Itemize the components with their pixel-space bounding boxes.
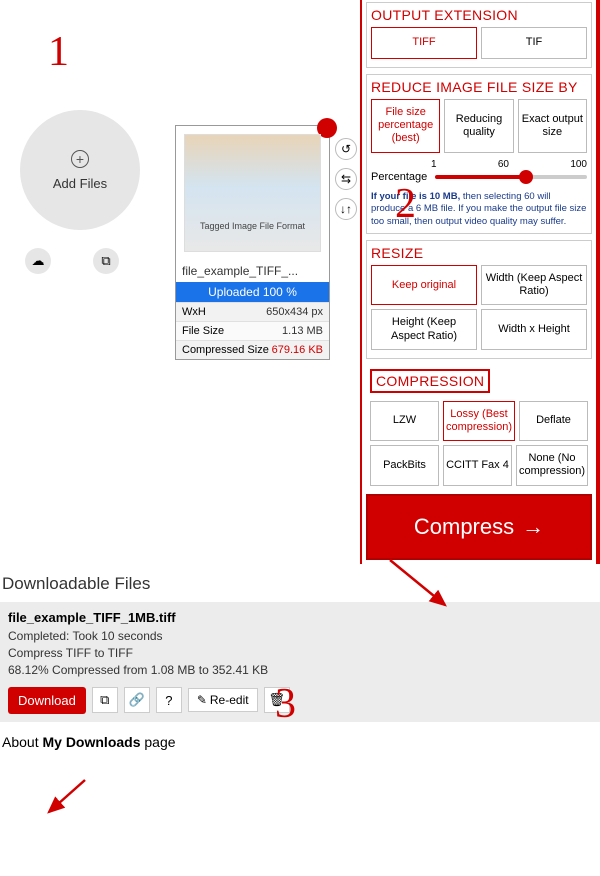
sort-button[interactable]: ↓↑	[335, 198, 357, 220]
arrow-right-icon: →	[522, 514, 544, 540]
guide-arrow-icon	[45, 780, 95, 820]
file-name: file_example_TIFF_...	[176, 260, 329, 282]
link-icon: 🔗	[129, 692, 145, 708]
rotate-button[interactable]: ↺	[335, 138, 357, 160]
cloud-upload-button[interactable]: ☁	[25, 248, 51, 274]
upload-progress: Uploaded 100 %	[176, 282, 329, 302]
compress-button[interactable]: Compress →	[366, 494, 592, 560]
stat-label: File Size	[182, 325, 224, 337]
ext-tiff-option[interactable]: TIFF	[371, 27, 477, 59]
stat-label: WxH	[182, 306, 206, 318]
file-thumbnail: Tagged Image File Format	[184, 134, 321, 252]
compression-ccitt[interactable]: CCITT Fax 4	[443, 445, 512, 485]
compression-lzw[interactable]: LZW	[370, 401, 439, 441]
thumb-format-label: Tagged Image File Format	[200, 221, 305, 251]
dropbox-save-button[interactable]: ⧉	[92, 687, 118, 713]
reduce-size-panel: REDUCE IMAGE FILE SIZE BY File size perc…	[366, 74, 592, 234]
percentage-slider[interactable]	[435, 175, 587, 179]
stat-row-dimensions: WxH 650x434 px	[176, 302, 329, 321]
stat-row-filesize: File Size 1.13 MB	[176, 321, 329, 340]
stat-value: 1.13 MB	[282, 325, 323, 337]
step-1-marker: 1	[48, 28, 69, 76]
help-button[interactable]: ?	[156, 687, 182, 713]
slider-hint: If your file is 10 MB, then selecting 60…	[371, 191, 587, 229]
about-text: About My Downloads page	[0, 722, 600, 762]
pencil-icon: ✎	[197, 693, 207, 707]
output-extension-panel: OUTPUT EXTENSION TIFF TIF	[366, 2, 592, 68]
dropbox-button[interactable]: ⧉	[93, 248, 119, 274]
panel-title: COMPRESSION	[370, 369, 490, 393]
delete-button[interactable]: 🗑	[264, 687, 290, 713]
download-button[interactable]: Download	[8, 687, 86, 714]
download-status-line: Compress TIFF to TIFF	[8, 646, 592, 660]
download-status-line: Completed: Took 10 seconds	[8, 629, 592, 643]
download-file-name: file_example_TIFF_1MB.tiff	[8, 610, 592, 625]
resize-panel: RESIZE Keep original Width (Keep Aspect …	[366, 240, 592, 359]
file-card: ↺ ⇆ ↓↑ Tagged Image File Format file_exa…	[175, 125, 330, 360]
stat-label: Compressed Size	[182, 344, 269, 356]
stat-value: 679.16 KB	[272, 344, 323, 356]
slider-label: Percentage	[371, 171, 431, 183]
resize-width-height[interactable]: Width x Height	[481, 309, 587, 349]
downloadable-file-block: file_example_TIFF_1MB.tiff Completed: To…	[0, 602, 600, 722]
panel-title: RESIZE	[371, 245, 587, 261]
compression-deflate[interactable]: Deflate	[519, 401, 588, 441]
reduce-exact-option[interactable]: Exact output size	[518, 99, 587, 153]
slider-tick: 60	[498, 159, 509, 170]
slider-thumb[interactable]	[519, 170, 533, 184]
trash-icon: 🗑	[268, 692, 285, 708]
resize-height-aspect[interactable]: Height (Keep Aspect Ratio)	[371, 309, 477, 349]
plus-icon: +	[71, 150, 89, 168]
stat-value: 650x434 px	[266, 306, 323, 318]
dropbox-icon: ⧉	[100, 692, 109, 708]
compress-label: Compress	[414, 514, 514, 540]
compression-none[interactable]: None (No compression)	[516, 445, 588, 485]
add-files-label: Add Files	[53, 176, 107, 191]
stat-row-compressed: Compressed Size 679.16 KB	[176, 340, 329, 359]
panel-title: REDUCE IMAGE FILE SIZE BY	[371, 79, 587, 95]
help-icon: ?	[165, 693, 172, 708]
slider-tick: 1	[431, 159, 437, 170]
add-files-button[interactable]: + Add Files	[20, 110, 140, 230]
panel-title: OUTPUT EXTENSION	[371, 7, 587, 23]
slider-tick: 100	[570, 159, 587, 170]
resize-keep-original[interactable]: Keep original	[371, 265, 477, 305]
reduce-quality-option[interactable]: Reducing quality	[444, 99, 513, 153]
reduce-percentage-option[interactable]: File size percentage (best)	[371, 99, 440, 153]
download-status-line: 68.12% Compressed from 1.08 MB to 352.41…	[8, 663, 592, 677]
swap-button[interactable]: ⇆	[335, 168, 357, 190]
downloadable-files-title: Downloadable Files	[0, 564, 600, 602]
link-button[interactable]: 🔗	[124, 687, 150, 713]
compression-panel: COMPRESSION LZW Lossy (Best compression)…	[366, 365, 592, 486]
reedit-button[interactable]: ✎Re-edit	[188, 688, 258, 712]
ext-tif-option[interactable]: TIF	[481, 27, 587, 59]
resize-width-aspect[interactable]: Width (Keep Aspect Ratio)	[481, 265, 587, 305]
cloud-icon: ☁	[32, 253, 45, 269]
dropbox-icon: ⧉	[101, 253, 110, 269]
compression-packbits[interactable]: PackBits	[370, 445, 439, 485]
compression-lossy[interactable]: Lossy (Best compression)	[443, 401, 515, 441]
